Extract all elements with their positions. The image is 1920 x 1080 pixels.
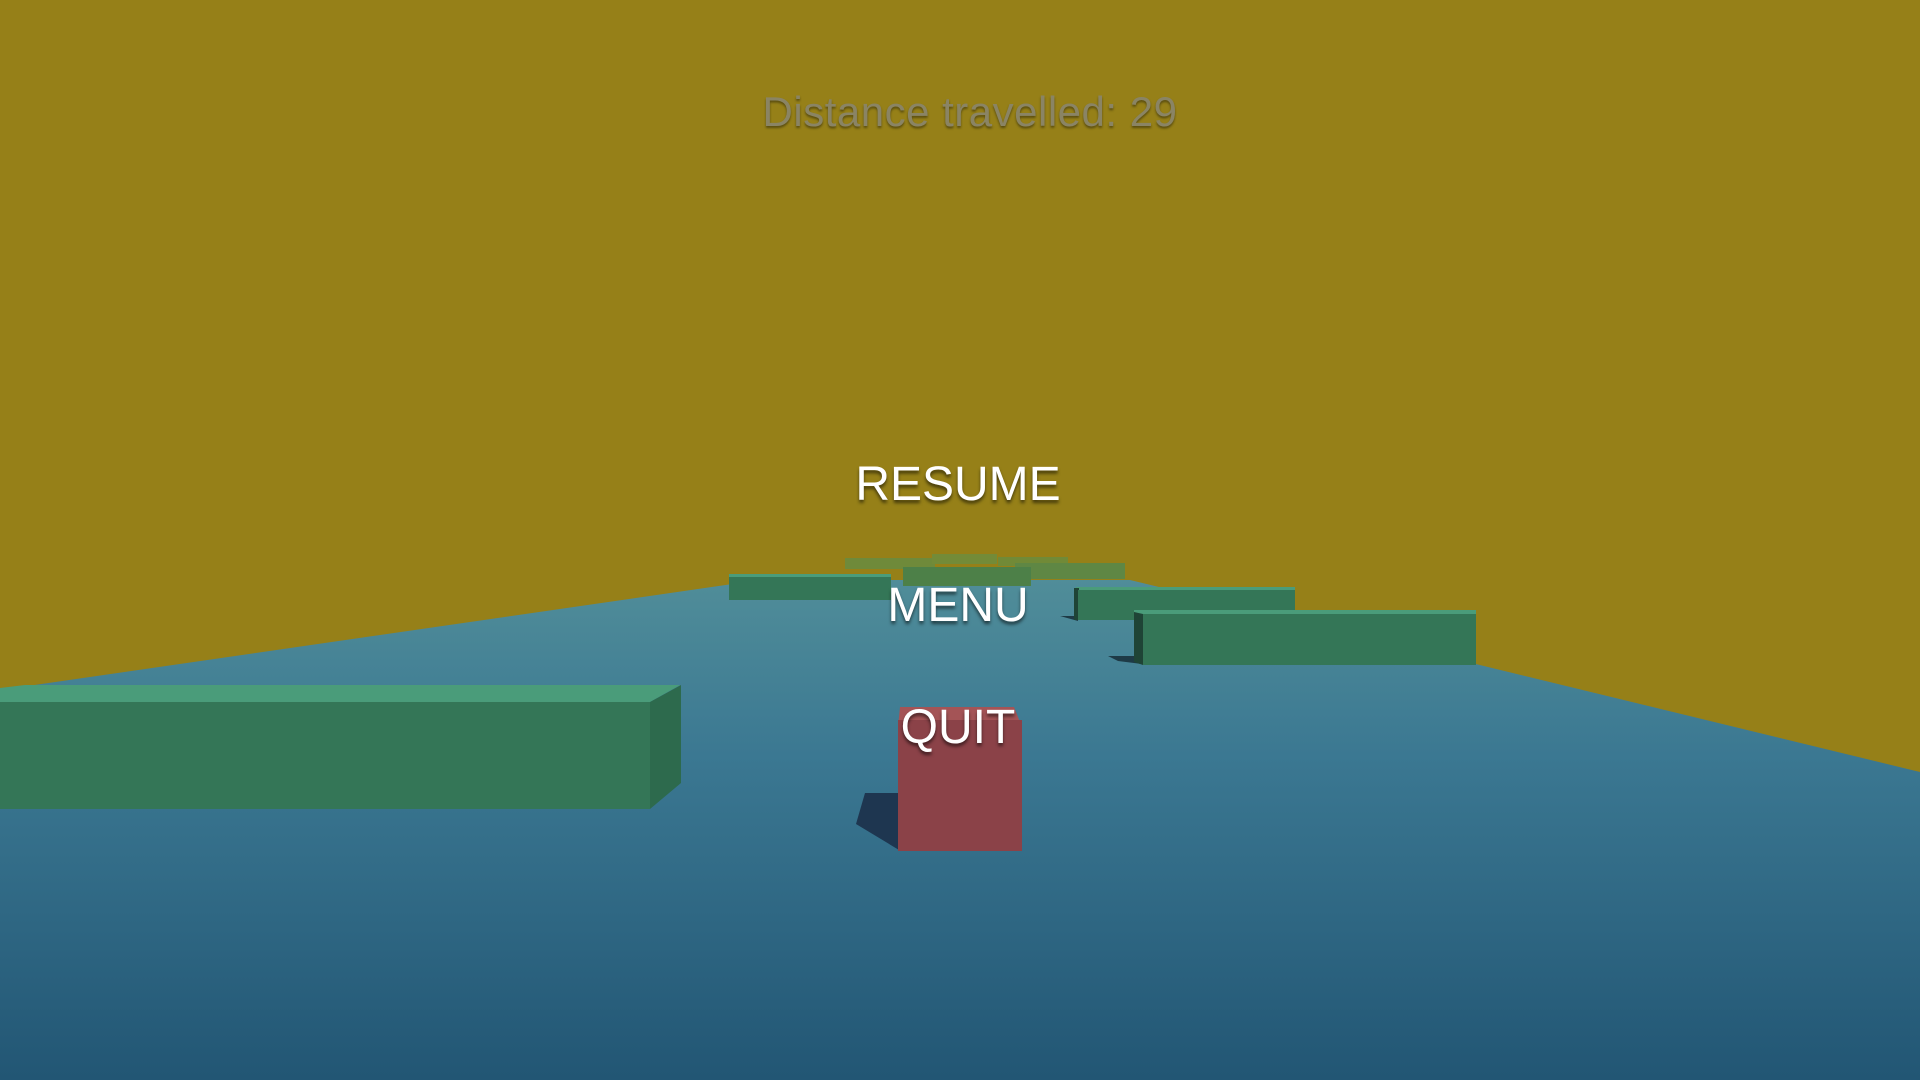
quit-button[interactable]: QUIT: [0, 700, 1916, 756]
obstacle-far-2: [932, 554, 997, 564]
resume-button[interactable]: RESUME: [0, 457, 1916, 513]
obstacle-far-4: [1015, 563, 1125, 579]
menu-button[interactable]: MENU: [0, 578, 1916, 634]
distance-counter: Distance travelled: 29: [762, 88, 1178, 135]
quit-button-label: QUIT: [900, 701, 1016, 754]
game-viewport: Distance travelled: 29 RESUME MENU QUIT: [0, 0, 1920, 1080]
menu-button-label: MENU: [887, 579, 1029, 632]
obstacle-mid-left-top: [729, 574, 891, 577]
resume-button-label: RESUME: [855, 458, 1061, 511]
game-scene: [0, 0, 1920, 1080]
